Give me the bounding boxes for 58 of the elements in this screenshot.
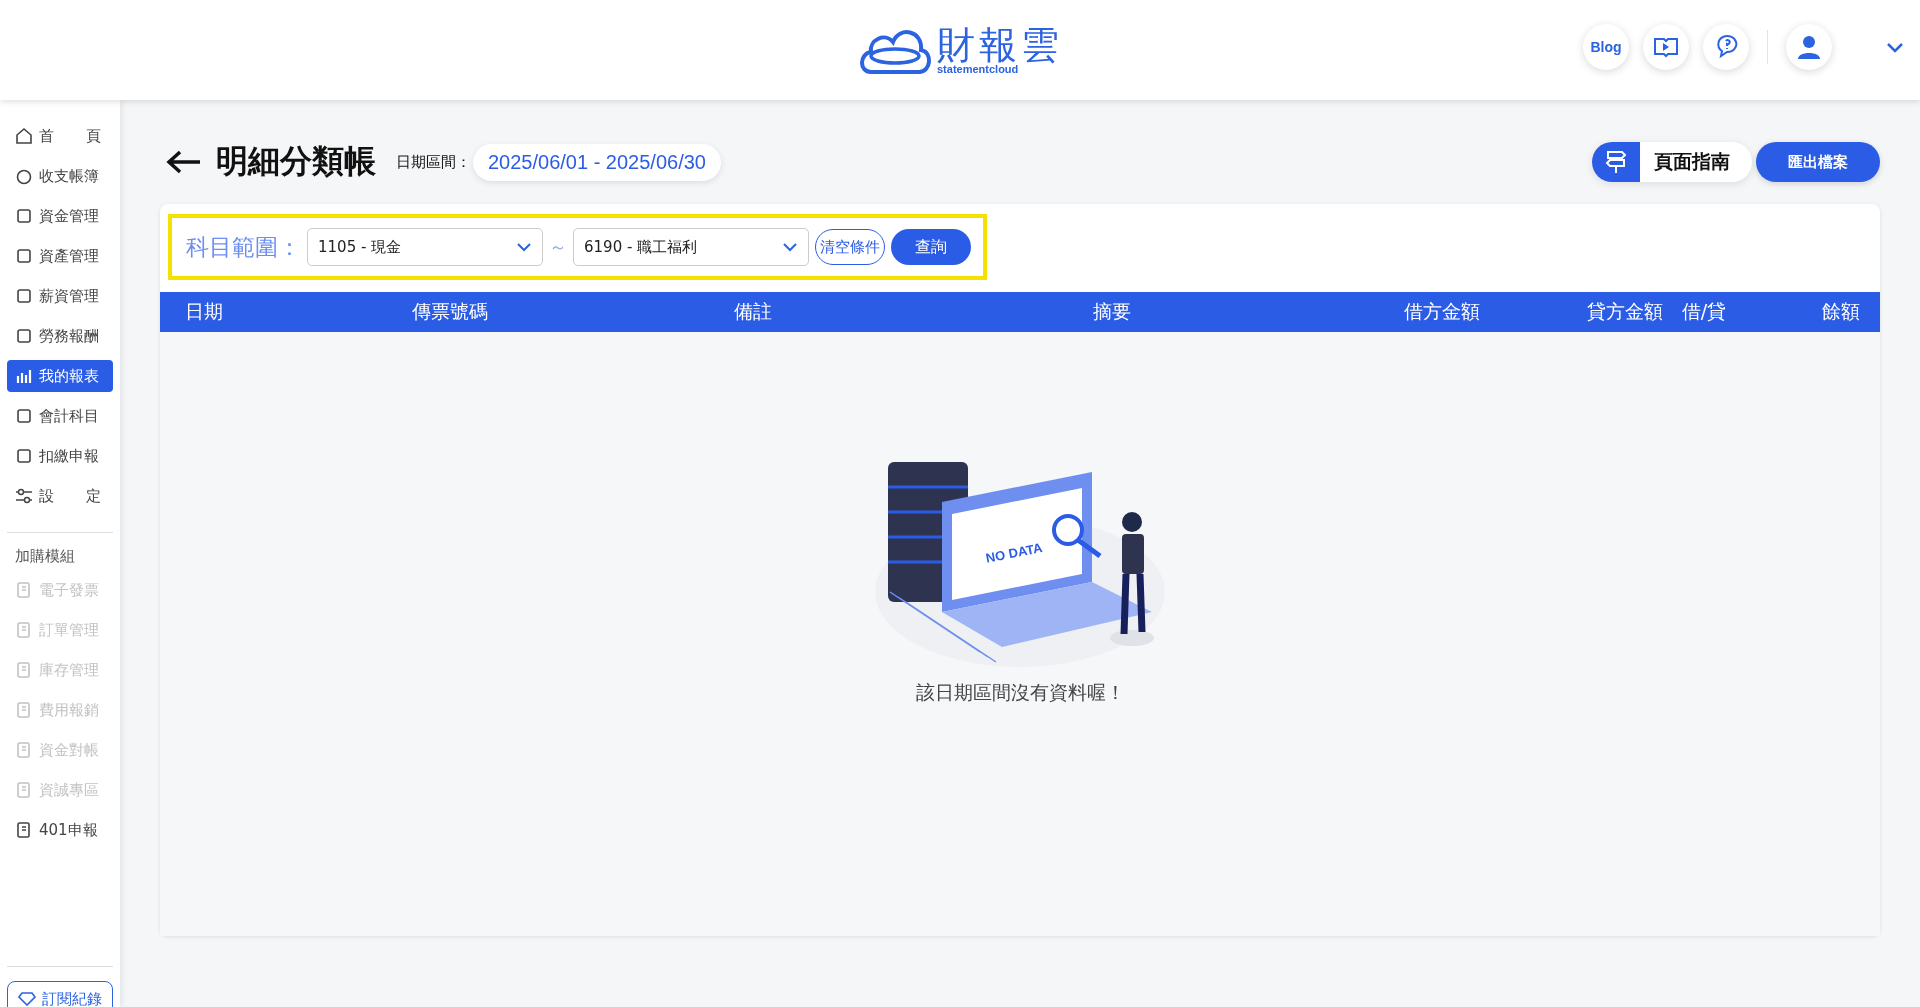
column-header: 備註 [733, 299, 773, 324]
chevron-down-icon [516, 242, 532, 252]
sidebar-item[interactable]: 會計科目 [7, 400, 113, 432]
logo-text: 財報雲 [937, 25, 1063, 64]
home-icon [15, 127, 33, 145]
receipt-icon [15, 661, 33, 679]
user-avatar-button[interactable] [1786, 24, 1832, 70]
diamond-icon [18, 992, 36, 1006]
no-data-text: NO DATA [984, 540, 1044, 566]
chevron-down-icon[interactable] [1886, 41, 1904, 53]
to-account-select[interactable]: 6190 - 職工福利 [573, 228, 809, 266]
page-guide-button[interactable]: 頁面指南 [1592, 142, 1752, 182]
column-header: 摘要 [1092, 299, 1132, 324]
column-header: 借方金額 [1403, 299, 1480, 324]
chevron-down-icon [782, 242, 798, 252]
account-range-label: 科目範圍： [186, 232, 301, 262]
date-range-value: 2025/06/01 - 2025/06/30 [473, 143, 721, 181]
sidebar-item[interactable]: 收支帳簿 [7, 160, 113, 192]
sidebar-item[interactable]: 資產管理 [7, 240, 113, 272]
receipt-icon [15, 581, 33, 599]
sliders-icon [15, 487, 33, 505]
date-range-label: 日期區間： [396, 152, 471, 172]
bar-chart-icon [15, 367, 33, 385]
receipt-icon [15, 701, 33, 719]
sidebar-item[interactable]: 資金管理 [7, 200, 113, 232]
user-icon [1796, 34, 1822, 60]
sidebar-item[interactable]: 401申報 [7, 814, 113, 846]
sidebar-item[interactable]: 薪資管理 [7, 280, 113, 312]
search-button[interactable]: 查詢 [891, 229, 971, 265]
video-guide-button[interactable] [1643, 24, 1689, 70]
page-title: 明細分類帳 [216, 141, 376, 182]
play-book-icon [1653, 36, 1679, 58]
subscription-button[interactable]: 訂閱紀錄 [7, 981, 113, 1007]
column-header: 借/貸 [1680, 299, 1728, 324]
receipt-icon [15, 621, 33, 639]
sidebar-item[interactable]: 扣繳申報 [7, 440, 113, 472]
signpost-icon [1605, 149, 1627, 175]
sidebar-item[interactable]: 勞務報酬 [7, 320, 113, 352]
column-header: 傳票號碼 [411, 299, 489, 324]
export-button[interactable]: 匯出檔案 [1756, 142, 1880, 182]
column-header: 貸方金額 [1586, 299, 1663, 324]
sidebar-item[interactable]: 首頁 [7, 120, 113, 152]
column-header: 日期 [185, 299, 224, 324]
column-header: 餘額 [1821, 299, 1860, 324]
logo-subtext: statementcloud [937, 63, 1020, 75]
back-arrow-icon[interactable] [166, 150, 202, 174]
clear-button[interactable]: 清空條件 [815, 229, 885, 265]
blog-button[interactable]: Blog [1583, 24, 1629, 70]
receipt-icon [15, 821, 33, 839]
addon-heading: 加購模組 [14, 547, 76, 566]
help-chat-button[interactable] [1703, 24, 1749, 70]
receipt-icon [15, 741, 33, 759]
receipt-icon [15, 781, 33, 799]
sidebar-item[interactable]: 我的報表 [7, 360, 113, 392]
from-account-select[interactable]: 1105 - 現金 [307, 228, 543, 266]
range-separator: ～ [549, 235, 567, 259]
sidebar-item[interactable]: 設定 [7, 480, 113, 512]
empty-message: 該日期區間沒有資料喔！ [915, 680, 1125, 705]
